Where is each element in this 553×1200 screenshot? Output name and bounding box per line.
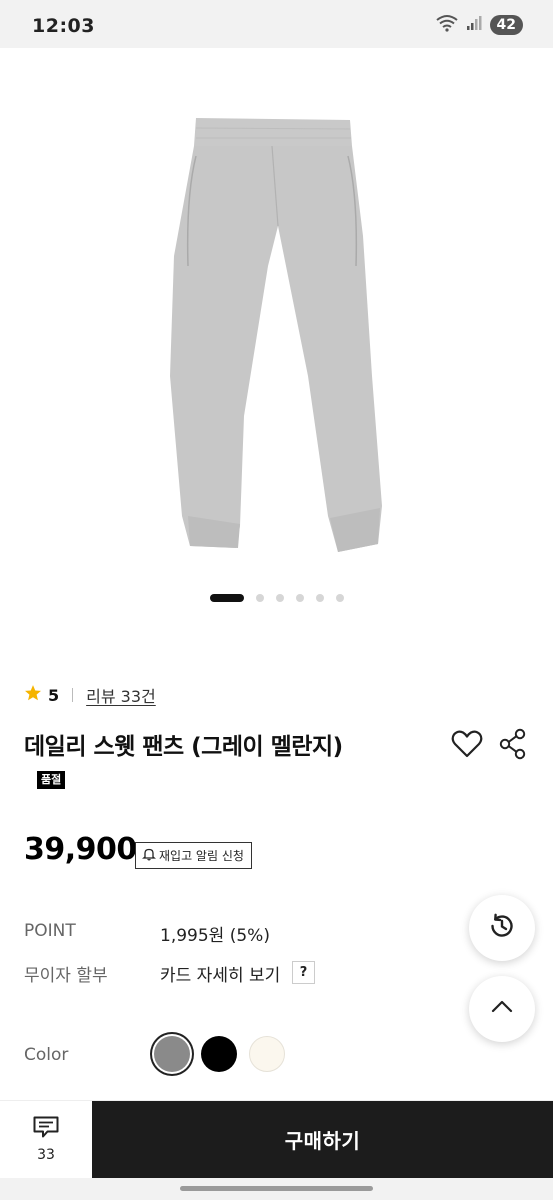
color-label: Color — [24, 1045, 69, 1065]
wifi-icon — [435, 14, 458, 36]
product-image — [170, 118, 382, 552]
soldout-badge: 품절 — [37, 771, 66, 789]
point-label: POINT — [24, 921, 76, 941]
product-price: 39,900 — [24, 832, 137, 867]
home-indicator[interactable] — [180, 1186, 373, 1191]
wishlist-button[interactable] — [450, 727, 484, 761]
rating-row: 5 리뷰 33건 — [24, 683, 156, 707]
help-button[interactable]: ? — [292, 961, 315, 984]
status-icons: 42 — [435, 14, 523, 36]
product-title: 데일리 스웻 팬츠 (그레이 멜란지) — [24, 734, 343, 760]
product-image-carousel[interactable] — [0, 48, 553, 648]
review-count-button[interactable]: 33 — [0, 1100, 92, 1178]
color-swatch-gray[interactable] — [154, 1036, 190, 1072]
history-icon — [487, 911, 517, 945]
scroll-top-button[interactable] — [469, 976, 535, 1042]
carousel-dot[interactable] — [315, 594, 324, 602]
restock-alert-button[interactable]: 재입고 알림 신청 — [135, 842, 252, 869]
carousel-dot[interactable] — [295, 594, 304, 602]
signal-icon — [466, 15, 482, 35]
carousel-dot[interactable] — [255, 594, 264, 602]
color-swatch-cream[interactable] — [249, 1036, 285, 1072]
review-link[interactable]: 리뷰 33건 — [86, 683, 156, 707]
status-time: 12:03 — [32, 15, 95, 37]
card-details-link[interactable]: 카드 자세히 보기 — [160, 961, 280, 986]
restock-label: 재입고 알림 신청 — [159, 849, 244, 863]
recent-history-button[interactable] — [469, 895, 535, 961]
chat-icon — [32, 1115, 60, 1143]
point-value: 1,995원 (5%) — [160, 926, 270, 946]
share-button[interactable] — [498, 728, 528, 760]
divider — [72, 688, 74, 702]
installment-label: 무이자 할부 — [24, 966, 108, 986]
status-bar: 12:03 42 — [0, 0, 553, 48]
color-swatch-black[interactable] — [201, 1036, 237, 1072]
carousel-dot[interactable] — [335, 594, 344, 602]
bell-icon — [142, 847, 156, 864]
carousel-dots — [0, 594, 553, 602]
carousel-dot[interactable] — [275, 594, 284, 602]
share-icon — [498, 728, 528, 764]
battery-indicator: 42 — [489, 15, 523, 35]
carousel-dot-active[interactable] — [209, 594, 244, 602]
chevron-up-icon — [489, 994, 515, 1024]
star-icon — [24, 684, 42, 706]
heart-icon — [450, 730, 484, 765]
rating-score: 5 — [48, 685, 60, 705]
buy-button[interactable]: 구매하기 — [92, 1101, 553, 1178]
review-count: 33 — [37, 1147, 55, 1163]
